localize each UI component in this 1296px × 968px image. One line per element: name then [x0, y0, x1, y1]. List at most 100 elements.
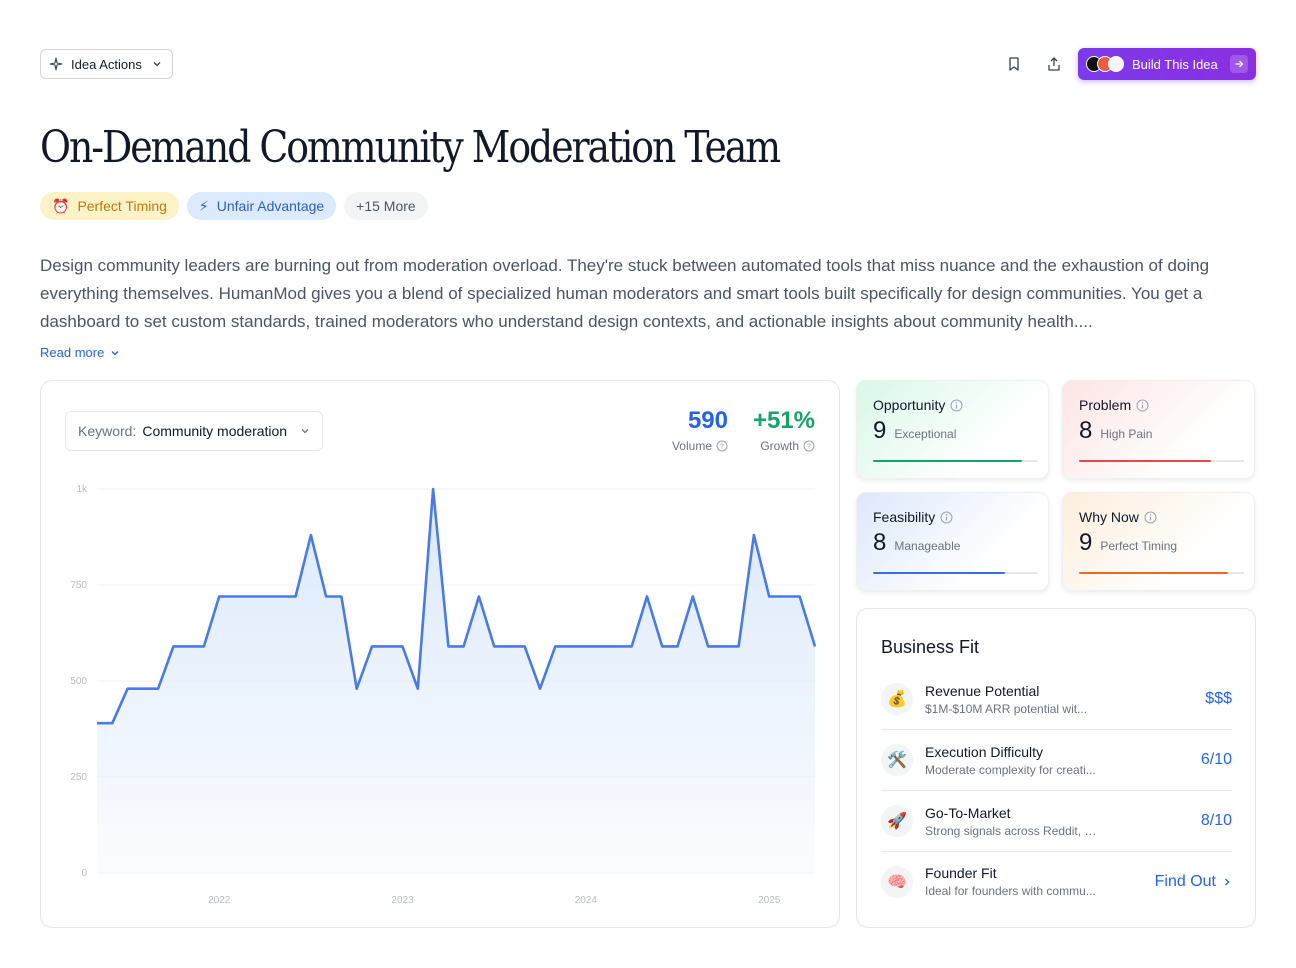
score-row: 8 High Pain	[1079, 417, 1238, 445]
score-card-problem[interactable]: Problem 8 High Pain	[1062, 380, 1255, 479]
biz-text: Go-To-Market Strong signals across Reddi…	[925, 805, 1201, 838]
score-bar-track	[1079, 460, 1244, 462]
tag-label: Unfair Advantage	[216, 198, 325, 214]
chevron-down-icon	[111, 350, 119, 355]
find-out-link[interactable]: Find Out	[1155, 873, 1232, 891]
tag-more[interactable]: +15 More	[344, 192, 428, 220]
business-fit-card: Business Fit 💰 Revenue Potential $1M-$10…	[856, 608, 1256, 928]
score-value: 8	[1079, 417, 1093, 444]
tools-icon: 🛠️	[881, 744, 913, 776]
info-icon[interactable]	[1136, 399, 1149, 412]
sparkle-icon	[49, 57, 63, 71]
biz-text: Founder Fit Ideal for founders with comm…	[925, 865, 1155, 898]
read-more-label: Read more	[40, 345, 105, 360]
score-bar-track	[873, 460, 1038, 462]
series-area	[97, 489, 815, 873]
brain-icon: 🧠	[881, 865, 913, 898]
info-icon[interactable]	[940, 511, 953, 524]
build-label: Build This Idea	[1132, 56, 1218, 72]
business-fit-item-go-to-market[interactable]: 🚀 Go-To-Market Strong signals across Red…	[881, 791, 1232, 852]
score-card-why-now[interactable]: Why Now 9 Perfect Timing	[1062, 492, 1255, 591]
tag-label: Perfect Timing	[77, 198, 167, 214]
volume-stat: 590 Volume ?	[672, 405, 728, 453]
score-bar-fill	[873, 460, 1022, 462]
find-out-label: Find Out	[1154, 872, 1216, 890]
chevron-right-icon	[1225, 878, 1230, 885]
x-tick-label: 2023	[391, 895, 414, 906]
trend-chart-card: 1k 750 500 250 0 2022 2023 2024 2025 Keyword: Co…	[40, 380, 840, 928]
tag-perfect-timing[interactable]: ⏰ Perfect Timing	[40, 192, 179, 220]
score-bar-fill	[1079, 460, 1211, 462]
keyword-label: Keyword:	[78, 423, 137, 439]
growth-label-row: Growth ?	[753, 439, 815, 453]
business-fit-item-execution[interactable]: 🛠️ Execution Difficulty Moderate complex…	[881, 730, 1232, 791]
biz-item-desc: Moderate complexity for creati...	[925, 762, 1096, 777]
info-icon[interactable]	[1144, 511, 1157, 524]
x-tick-label: 2022	[208, 895, 231, 906]
idea-actions-label: Idea Actions	[71, 56, 142, 72]
score-card-feasibility[interactable]: Feasibility 8 Manageable	[856, 492, 1049, 591]
read-more-link[interactable]: Read more	[40, 345, 120, 360]
biz-item-name: Founder Fit	[925, 865, 997, 881]
lightning-icon: ⚡	[198, 197, 209, 214]
biz-text: Execution Difficulty Moderate complexity…	[925, 744, 1201, 777]
avatar-group	[1086, 56, 1124, 72]
svg-text:?: ?	[720, 444, 724, 451]
biz-item-desc: Ideal for founders with commu...	[925, 884, 1096, 898]
idea-description: Design community leaders are burning out…	[40, 256, 1210, 331]
score-value: 9	[1079, 529, 1093, 556]
biz-text: Revenue Potential $1M-$10M ARR potential…	[925, 683, 1205, 716]
idea-actions-button[interactable]: Idea Actions	[40, 49, 173, 79]
help-icon[interactable]: ?	[716, 440, 728, 452]
growth-stat: +51% Growth ?	[753, 405, 815, 453]
y-tick-label: 0	[81, 868, 87, 879]
business-fit-title: Business Fit	[881, 637, 980, 657]
business-fit-item-revenue[interactable]: 💰 Revenue Potential $1M-$10M ARR potenti…	[881, 669, 1232, 730]
page-title: On-Demand Community Moderation Team	[40, 122, 781, 173]
chevron-down-icon	[301, 429, 309, 434]
business-fit-item-founder-fit[interactable]: 🧠 Founder Fit Ideal for founders with co…	[881, 851, 1232, 912]
score-row: 8 Manageable	[873, 529, 1032, 557]
chevron-down-icon	[153, 62, 161, 67]
bookmark-icon	[1009, 57, 1019, 71]
volume-value: 590	[687, 407, 728, 434]
trend-chart: 1k 750 500 250 0 2022 2023 2024 2025	[70, 484, 817, 906]
score-card-opportunity[interactable]: Opportunity 9 Exceptional	[856, 380, 1049, 479]
biz-item-value: 6/10	[1200, 751, 1232, 768]
svg-text:?: ?	[807, 444, 811, 451]
bookmark-button[interactable]	[1002, 52, 1026, 76]
score-title: Why Now	[1079, 509, 1139, 525]
keyword-select[interactable]: Keyword: Community moderation	[65, 411, 323, 451]
score-bar-fill	[873, 572, 1005, 574]
score-label: Manageable	[894, 539, 961, 553]
tag-unfair-advantage[interactable]: ⚡ Unfair Advantage	[186, 192, 337, 220]
x-tick-label: 2025	[758, 895, 781, 906]
info-icon[interactable]	[950, 399, 963, 412]
volume-label: Volume	[671, 439, 712, 453]
score-bar-fill	[1079, 572, 1228, 574]
arrow-right-icon	[1230, 55, 1248, 73]
score-title: Problem	[1079, 397, 1132, 413]
score-title: Feasibility	[873, 509, 936, 525]
y-tick-label: 750	[70, 580, 87, 591]
keyword-value: Community moderation	[142, 423, 288, 439]
score-bar-track	[1079, 572, 1244, 574]
biz-item-value: 8/10	[1200, 812, 1232, 829]
build-this-idea-button[interactable]: Build This Idea	[1078, 48, 1256, 80]
help-icon[interactable]: ?	[803, 440, 815, 452]
score-label: Exceptional	[894, 427, 957, 441]
share-button[interactable]	[1042, 52, 1066, 76]
y-tick-label: 250	[70, 772, 87, 783]
score-title-row: Opportunity	[873, 397, 1032, 413]
score-title: Opportunity	[873, 397, 946, 413]
money-bag-icon: 💰	[881, 683, 913, 715]
volume-label-row: Volume ?	[672, 439, 728, 453]
biz-item-value: $$$	[1205, 690, 1232, 707]
share-icon	[1048, 57, 1060, 71]
score-title-row: Problem	[1079, 397, 1238, 413]
score-title-row: Feasibility	[873, 509, 1032, 525]
growth-label: Growth	[760, 439, 799, 453]
rocket-icon: 🚀	[881, 805, 913, 837]
x-tick-label: 2024	[575, 895, 598, 906]
score-label: High Pain	[1100, 427, 1153, 441]
